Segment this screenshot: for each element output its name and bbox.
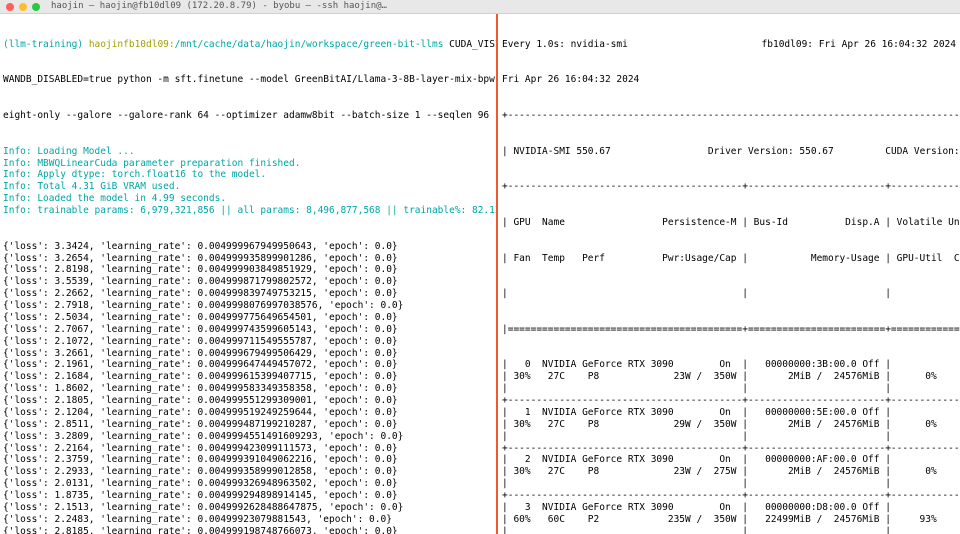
info-line: Info: Apply dtype: torch.float16 to the … <box>3 169 493 181</box>
loss-line: {'loss': 2.8185, 'learning_rate': 0.0049… <box>3 526 493 534</box>
minimize-icon[interactable] <box>19 3 27 11</box>
close-icon[interactable] <box>6 3 14 11</box>
hline: |=======================================… <box>502 324 956 336</box>
zoom-icon[interactable] <box>32 3 40 11</box>
gpu-header-3: | | | MIG M. | <box>502 288 956 300</box>
gpu-row: | 30% 27C P8 23W / 275W | 2MiB / 24576Mi… <box>502 466 956 478</box>
loss-line: {'loss': 3.2654, 'learning_rate': 0.0049… <box>3 253 493 265</box>
conda-env: (llm-training) <box>3 39 83 50</box>
info-line: Info: trainable params: 6,979,321,856 ||… <box>3 205 493 217</box>
loss-line: {'loss': 1.8735, 'learning_rate': 0.0049… <box>3 490 493 502</box>
gpu-row: | | | N/A | <box>502 431 956 443</box>
gpu-header-2: | Fan Temp Perf Pwr:Usage/Cap | Memory-U… <box>502 253 956 265</box>
info-block: Info: Loading Model ...Info: MBWQLinearC… <box>3 146 493 217</box>
loss-line: {'loss': 2.7918, 'learning_rate': 0.0049… <box>3 300 493 312</box>
gpu-table: | 0 NVIDIA GeForce RTX 3090 On | 0000000… <box>502 359 956 534</box>
window-title: haojin — haojin@fb10dl09 (172.20.8.79) -… <box>51 1 387 12</box>
loss-line: {'loss': 3.2809, 'learning_rate': 0.0049… <box>3 431 493 443</box>
training-output: {'loss': 3.3424, 'learning_rate': 0.0049… <box>3 241 493 534</box>
cmd-line-1: WANDB_DISABLED=true python -m sft.finetu… <box>3 74 493 86</box>
loss-line: {'loss': 2.8198, 'learning_rate': 0.0049… <box>3 264 493 276</box>
gpu-row: | 60% 60C P2 235W / 350W | 22499MiB / 24… <box>502 514 956 526</box>
smi-date: Fri Apr 26 16:04:32 2024 <box>502 74 956 86</box>
loss-line: {'loss': 2.1072, 'learning_rate': 0.0049… <box>3 336 493 348</box>
info-line: Info: Total 4.31 GiB VRAM used. <box>3 181 493 193</box>
gpu-row: | 3 NVIDIA GeForce RTX 3090 On | 0000000… <box>502 502 956 514</box>
hline: +---------------------------------------… <box>502 490 956 502</box>
loss-line: {'loss': 2.1684, 'learning_rate': 0.0049… <box>3 371 493 383</box>
traffic-lights <box>6 3 40 11</box>
gpu-row: | 2 NVIDIA GeForce RTX 3090 On | 0000000… <box>502 454 956 466</box>
loss-line: {'loss': 2.5034, 'learning_rate': 0.0049… <box>3 312 493 324</box>
gpu-row: | 0 NVIDIA GeForce RTX 3090 On | 0000000… <box>502 359 956 371</box>
prompt-line: (llm-training) haojinfb10dl09:/mnt/cache… <box>3 39 493 51</box>
loss-line: {'loss': 2.0131, 'learning_rate': 0.0049… <box>3 478 493 490</box>
loss-line: {'loss': 2.2662, 'learning_rate': 0.0049… <box>3 288 493 300</box>
gpu-row: | | | N/A | <box>502 383 956 395</box>
loss-line: {'loss': 2.1204, 'learning_rate': 0.0049… <box>3 407 493 419</box>
host: haojinfb10dl09: <box>89 39 175 50</box>
terminal[interactable]: (llm-training) haojinfb10dl09:/mnt/cache… <box>0 14 960 534</box>
gpu-row: | 30% 27C P8 29W / 350W | 2MiB / 24576Mi… <box>502 419 956 431</box>
loss-line: {'loss': 2.1513, 'learning_rate': 0.0049… <box>3 502 493 514</box>
hline: +---------------------------------------… <box>502 181 956 193</box>
loss-line: {'loss': 2.2933, 'learning_rate': 0.0049… <box>3 466 493 478</box>
window-titlebar: haojin — haojin@fb10dl09 (172.20.8.79) -… <box>0 0 960 14</box>
gpu-row: | 30% 27C P8 23W / 350W | 2MiB / 24576Mi… <box>502 371 956 383</box>
loss-line: {'loss': 2.2483, 'learning_rate': 0.0049… <box>3 514 493 526</box>
gpu-row: | | | N/A | <box>502 478 956 490</box>
smi-versions: | NVIDIA-SMI 550.67 Driver Version: 550.… <box>502 146 956 158</box>
info-line: Info: MBWQLinearCuda parameter preparati… <box>3 158 493 170</box>
loss-line: {'loss': 2.3759, 'learning_rate': 0.0049… <box>3 454 493 466</box>
loss-line: {'loss': 2.1961, 'learning_rate': 0.0049… <box>3 359 493 371</box>
hline: +---------------------------------------… <box>502 395 956 407</box>
watch-header: Every 1.0s: nvidia-smi fb10dl09: Fri Apr… <box>502 39 956 51</box>
gpu-row: | 1 NVIDIA GeForce RTX 3090 On | 0000000… <box>502 407 956 419</box>
watch-cmd: Every 1.0s: nvidia-smi <box>502 39 628 51</box>
loss-line: {'loss': 2.1805, 'learning_rate': 0.0049… <box>3 395 493 407</box>
loss-line: {'loss': 3.3424, 'learning_rate': 0.0049… <box>3 241 493 253</box>
cmd-line-2: eight-only --galore --galore-rank 64 --o… <box>3 110 493 122</box>
loss-line: {'loss': 3.2661, 'learning_rate': 0.0049… <box>3 348 493 360</box>
watch-host-time: fb10dl09: Fri Apr 26 16:04:32 2024 <box>762 39 956 51</box>
cmd-prefix: CUDA_VISIBLE_DEVICES=3 <box>449 39 498 50</box>
loss-line: {'loss': 3.5539, 'learning_rate': 0.0049… <box>3 276 493 288</box>
info-line: Info: Loaded the model in 4.99 seconds. <box>3 193 493 205</box>
right-pane[interactable]: Every 1.0s: nvidia-smi fb10dl09: Fri Apr… <box>498 14 960 534</box>
loss-line: {'loss': 2.2164, 'learning_rate': 0.0049… <box>3 443 493 455</box>
gpu-header-1: | GPU Name Persistence-M | Bus-Id Disp.A… <box>502 217 956 229</box>
info-line: Info: Loading Model ... <box>3 146 493 158</box>
cwd: /mnt/cache/data/haojin/workspace/green-b… <box>175 39 444 50</box>
loss-line: {'loss': 2.7067, 'learning_rate': 0.0049… <box>3 324 493 336</box>
hline: +---------------------------------------… <box>502 443 956 455</box>
left-pane[interactable]: (llm-training) haojinfb10dl09:/mnt/cache… <box>0 14 498 534</box>
hline: +---------------------------------------… <box>502 110 956 122</box>
loss-line: {'loss': 1.8602, 'learning_rate': 0.0049… <box>3 383 493 395</box>
gpu-row: | | | N/A | <box>502 526 956 534</box>
loss-line: {'loss': 2.8511, 'learning_rate': 0.0049… <box>3 419 493 431</box>
